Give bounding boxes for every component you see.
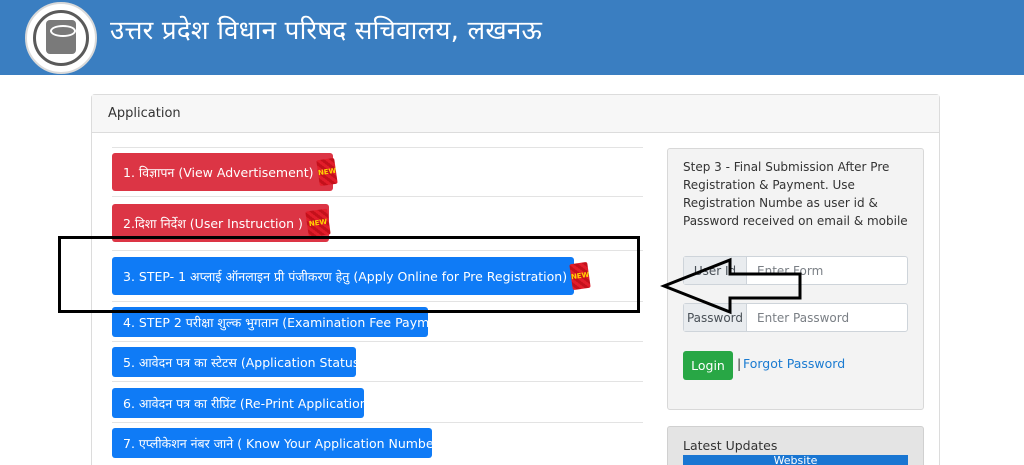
menu-divider xyxy=(112,381,643,382)
card-title: Application xyxy=(92,95,939,133)
menu-divider xyxy=(112,196,643,197)
login-button[interactable]: Login xyxy=(683,351,733,380)
new-badge-icon: NEW xyxy=(315,157,338,187)
site-title: उत्तर प्रदेश विधान परिषद सचिवालय, लखनऊ xyxy=(110,16,543,46)
reprint-application-button[interactable]: 6. आवेदन पत्र का रीप्रिंट (Re-Print Appl… xyxy=(112,388,373,418)
menu-item-label: 5. आवेदन पत्र का स्टेटस (Application Sta… xyxy=(123,354,365,370)
menu-item-label: 4. STEP 2 परीक्षा शुल्क भुगतान (Examinat… xyxy=(123,314,455,330)
final-submission-instructions: Step 3 - Final Submission After Pre Regi… xyxy=(683,160,908,228)
menu-divider xyxy=(112,422,643,423)
emblem-icon xyxy=(46,20,76,54)
menu-item-label: 2.दिशा निर्देश (User Instruction ) xyxy=(123,215,303,231)
menu-item-label: 1. विज्ञापन (View Advertisement) xyxy=(123,164,314,180)
forgot-password-link[interactable]: Forgot Password xyxy=(743,356,845,371)
menu-item-label: 7. एप्लीकेशन नंबर जाने ( Know Your Appli… xyxy=(123,435,451,451)
know-application-number-button[interactable]: 7. एप्लीकेशन नंबर जाने ( Know Your Appli… xyxy=(112,428,450,458)
menu-item-label: 6. आवेदन पत्र का रीप्रिंट (Re-Print Appl… xyxy=(123,395,373,411)
left-arrow-icon xyxy=(660,257,802,315)
application-status-button[interactable]: 5. आवेदन पत्र का स्टेटस (Application Sta… xyxy=(112,347,364,377)
menu-divider xyxy=(112,341,643,342)
website-update-link[interactable]: Website xyxy=(683,455,908,465)
menu-divider xyxy=(112,147,643,148)
annotation-highlight-box xyxy=(58,236,640,313)
latest-updates-title: Latest Updates xyxy=(683,438,778,453)
new-badge-icon: NEW xyxy=(305,208,331,238)
site-header: उत्तर प्रदेश विधान परिषद सचिवालय, लखनऊ xyxy=(0,0,1024,75)
link-separator: | xyxy=(737,356,742,371)
emblem-logo xyxy=(25,2,97,74)
view-advertisement-button[interactable]: 1. विज्ञापन (View Advertisement) NEW xyxy=(112,153,338,191)
